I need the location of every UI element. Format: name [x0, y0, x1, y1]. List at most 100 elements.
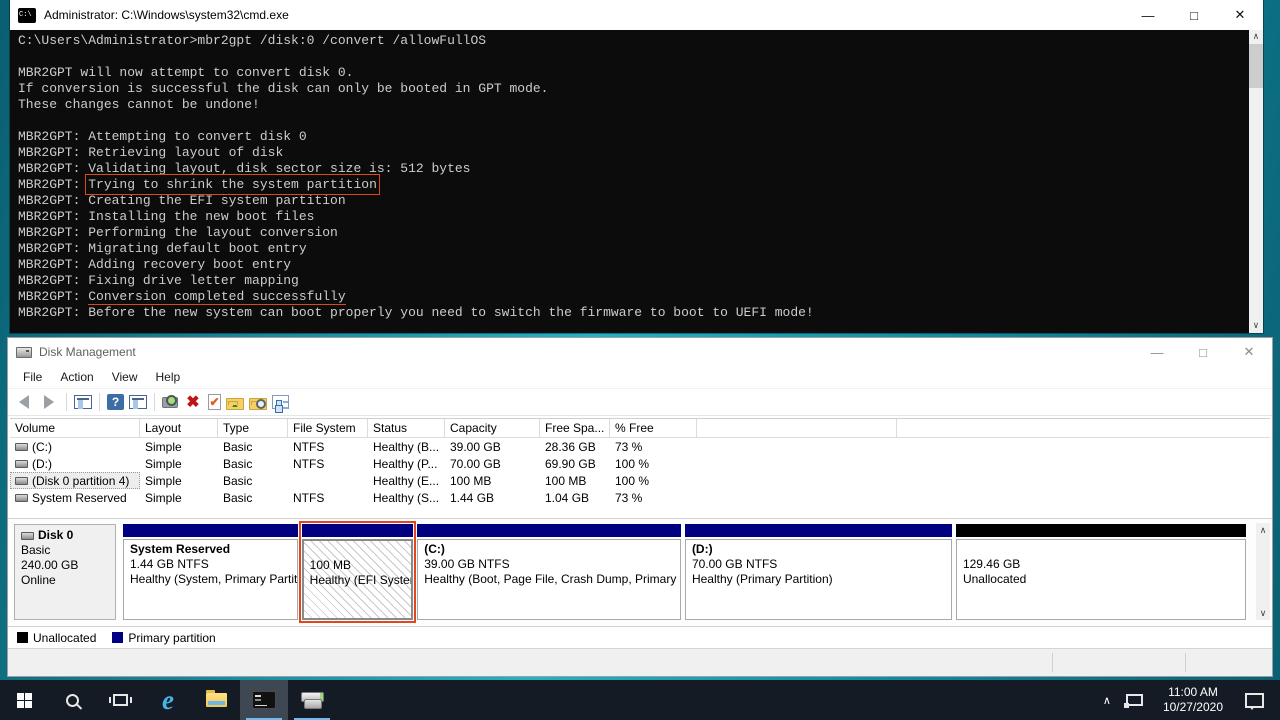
- volume-icon: [15, 494, 28, 502]
- scroll-down-icon[interactable]: ∨: [1260, 606, 1267, 620]
- partition-block[interactable]: (C:) 39.00 GB NTFS Healthy (Boot, Page F…: [417, 524, 681, 620]
- console-line: MBR2GPT: Retrieving layout of disk: [18, 145, 1243, 161]
- cmd-scrollbar-thumb[interactable]: [1249, 44, 1263, 88]
- partition-block[interactable]: 100 MB Healthy (EFI Systen: [302, 524, 414, 620]
- cmd-titlebar: C:\ Administrator: C:\Windows\system32\c…: [10, 0, 1263, 30]
- file-explorer-button[interactable]: [192, 680, 240, 720]
- tray-clock[interactable]: 11:00 AM 10/27/2020: [1153, 685, 1233, 715]
- toolbar-separator[interactable]: [66, 393, 67, 411]
- cmd-maximize-button[interactable]: □: [1171, 0, 1217, 30]
- network-icon[interactable]: [1126, 694, 1143, 706]
- partition-color-bar: [302, 524, 414, 537]
- status-bar: [8, 648, 1272, 676]
- volume-row[interactable]: (D:) Simple Basic NTFS Healthy (P... 70.…: [10, 455, 1270, 472]
- tray-chevron-icon[interactable]: ∧: [1094, 694, 1120, 707]
- disk0-panel[interactable]: Disk 0 Basic 240.00 GB Online: [14, 524, 116, 620]
- cmd-minimize-button[interactable]: —: [1125, 0, 1171, 30]
- console-line: MBR2GPT: Performing the layout conversio…: [18, 225, 1243, 241]
- cmd-console[interactable]: C:\Users\Administrator>mbr2gpt /disk:0 /…: [10, 30, 1263, 333]
- column-header[interactable]: Volume: [10, 419, 140, 437]
- console-line: If conversion is successful the disk can…: [18, 81, 1243, 97]
- partition-block[interactable]: 129.46 GB Unallocated: [956, 524, 1246, 620]
- console-line: MBR2GPT: Creating the EFI system partiti…: [18, 193, 1243, 209]
- internet-explorer-button[interactable]: e: [144, 680, 192, 720]
- column-header[interactable]: Capacity: [445, 419, 540, 437]
- taskbar-button-icon: [113, 694, 128, 706]
- menu-help[interactable]: Help: [147, 367, 190, 387]
- column-header[interactable]: File System: [288, 419, 368, 437]
- legend-item: Unallocated: [17, 631, 96, 645]
- disk-management-titlebar: Disk Management — □ ✕: [8, 338, 1272, 366]
- dm-menubar: File Action View Help: [8, 366, 1272, 388]
- toolbar-separator[interactable]: [99, 393, 100, 411]
- volume-row[interactable]: (C:) Simple Basic NTFS Healthy (B... 39.…: [10, 438, 1270, 455]
- dm-maximize-button[interactable]: □: [1180, 338, 1226, 366]
- cmd-scrollbar[interactable]: ∧ ∨: [1249, 30, 1263, 333]
- properties-icon[interactable]: [272, 395, 289, 409]
- legend-item: Primary partition: [112, 631, 215, 645]
- mark-partition-icon[interactable]: ✔: [208, 394, 221, 410]
- delete-volume-icon[interactable]: ✖: [183, 392, 203, 412]
- console-line: MBR2GPT: Attempting to convert disk 0: [18, 129, 1243, 145]
- disk-management-app-icon: [16, 347, 32, 358]
- menu-file[interactable]: File: [14, 367, 51, 387]
- taskbar-button-icon: [206, 693, 227, 707]
- show-console-tree-icon[interactable]: [74, 395, 92, 409]
- volume-row[interactable]: System Reserved Simple Basic NTFS Health…: [10, 489, 1270, 506]
- cmd-app-icon: C:\: [18, 8, 36, 23]
- show-action-pane-icon[interactable]: [129, 395, 147, 409]
- search-button[interactable]: [48, 680, 96, 720]
- partition-block[interactable]: System Reserved 1.44 GB NTFS Healthy (Sy…: [123, 524, 298, 620]
- disk-management-taskbar-button[interactable]: [288, 680, 336, 720]
- console-line: MBR2GPT: Trying to shrink the system par…: [18, 177, 1243, 193]
- column-header[interactable]: Layout: [140, 419, 218, 437]
- taskbar-button-icon: [66, 694, 79, 707]
- volume-row[interactable]: (Disk 0 partition 4) Simple Basic Health…: [10, 472, 1270, 489]
- open-icon[interactable]: ▲: [226, 398, 244, 410]
- cmd-taskbar-button[interactable]: [240, 680, 288, 720]
- menu-view[interactable]: View: [103, 367, 147, 387]
- dm-close-button[interactable]: ✕: [1226, 338, 1272, 366]
- legend-bar: Unallocated Primary partition: [8, 626, 1272, 648]
- console-line: These changes cannot be undone!: [18, 97, 1243, 113]
- disk-graphical-view: Disk 0 Basic 240.00 GB Online System Res…: [8, 518, 1272, 626]
- console-line: MBR2GPT: Conversion completed successful…: [18, 289, 1243, 305]
- start-button[interactable]: [0, 680, 48, 720]
- volume-list: Volume Layout Type File System Status Ca…: [8, 416, 1272, 518]
- scroll-up-icon[interactable]: ∧: [1260, 523, 1267, 537]
- scroll-up-icon[interactable]: ∧: [1253, 30, 1258, 44]
- console-line: [18, 49, 1243, 65]
- menu-action[interactable]: Action: [51, 367, 102, 387]
- help-icon[interactable]: ?: [107, 394, 124, 410]
- console-line: MBR2GPT: Fixing drive letter mapping: [18, 273, 1243, 289]
- disk-status: Online: [21, 573, 109, 588]
- cmd-close-button[interactable]: ✕: [1217, 0, 1263, 30]
- column-header[interactable]: [697, 419, 897, 437]
- taskbar-button-icon: [300, 692, 324, 709]
- partition-block[interactable]: (D:) 70.00 GB NTFS Healthy (Primary Part…: [685, 524, 952, 620]
- console-line: MBR2GPT: Installing the new boot files: [18, 209, 1243, 225]
- scroll-down-icon[interactable]: ∨: [1253, 319, 1258, 333]
- dm-minimize-button[interactable]: —: [1134, 338, 1180, 366]
- disk-management-title: Disk Management: [39, 345, 136, 359]
- partition-color-bar: [685, 524, 952, 537]
- column-header[interactable]: Status: [368, 419, 445, 437]
- disk-size: 240.00 GB: [21, 558, 109, 573]
- disk-viewer-icon[interactable]: [162, 397, 178, 408]
- graphic-scrollbar[interactable]: ∧ ∨: [1256, 523, 1270, 620]
- column-header[interactable]: % Free: [610, 419, 697, 437]
- task-view-button[interactable]: [96, 680, 144, 720]
- action-center-icon[interactable]: [1245, 693, 1264, 708]
- tray-date: 10/27/2020: [1163, 700, 1223, 715]
- column-header[interactable]: Free Spa...: [540, 419, 610, 437]
- dm-toolbar: ? ✖ ✔ ▲: [8, 388, 1272, 416]
- explore-icon[interactable]: [249, 398, 267, 410]
- back-icon[interactable]: [14, 392, 34, 412]
- toolbar-separator[interactable]: [154, 393, 155, 411]
- forward-icon[interactable]: [39, 392, 59, 412]
- partition-color-bar: [956, 524, 1246, 537]
- volume-icon: [15, 477, 28, 485]
- column-header[interactable]: Type: [218, 419, 288, 437]
- partition-color-bar: [417, 524, 681, 537]
- disk-type: Basic: [21, 543, 109, 558]
